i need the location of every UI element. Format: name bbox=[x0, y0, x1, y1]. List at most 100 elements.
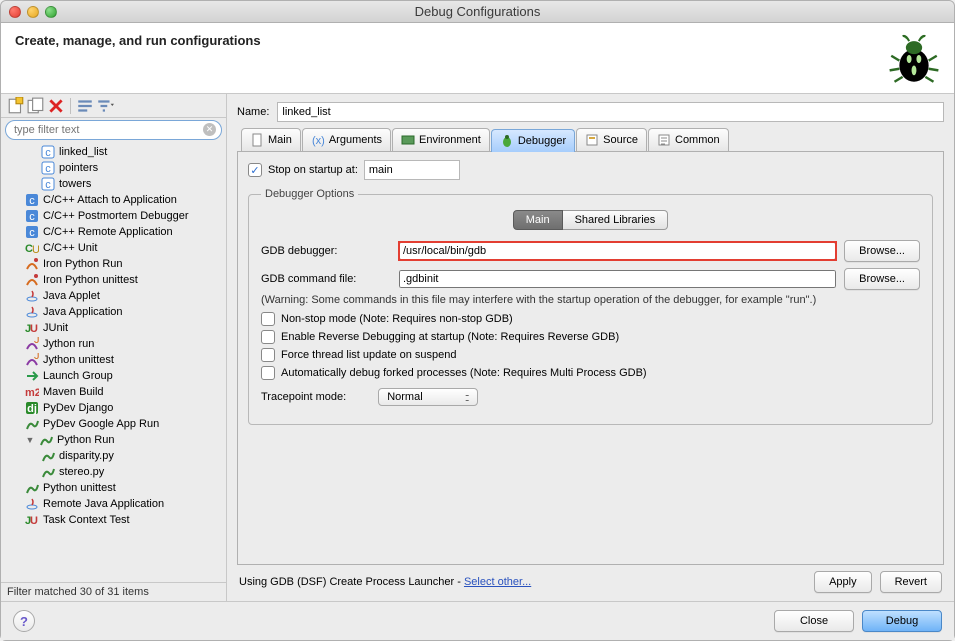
debugger-options-group: Debugger Options Main Shared Libraries G… bbox=[248, 188, 933, 425]
config-list-pane: ✕ clinked_listcpointersctowerscC/C++ Att… bbox=[1, 94, 227, 601]
duplicate-config-button[interactable] bbox=[27, 97, 45, 115]
gdb-cmdfile-input[interactable] bbox=[399, 270, 836, 288]
tracepoint-label: Tracepoint mode: bbox=[261, 391, 346, 403]
name-label: Name: bbox=[237, 106, 269, 118]
revert-button[interactable]: Revert bbox=[880, 571, 942, 593]
tree-item-label: Java Applet bbox=[43, 290, 100, 302]
stop-on-startup-input[interactable] bbox=[364, 160, 460, 180]
tab-main[interactable]: Main bbox=[241, 128, 301, 151]
config-detail-pane: Name: Main (x)=Arguments Environment Debugg… bbox=[227, 94, 954, 601]
tab-label: Source bbox=[603, 134, 638, 146]
tree-item[interactable]: JUTask Context Test bbox=[5, 512, 222, 528]
tree-item[interactable]: ctowers bbox=[5, 176, 222, 192]
svg-text:U: U bbox=[30, 515, 38, 527]
tree-item[interactable]: stereo.py bbox=[5, 464, 222, 480]
tree-item[interactable]: Java Application bbox=[5, 304, 222, 320]
name-input[interactable] bbox=[277, 102, 944, 122]
tree-item[interactable]: cC/C++ Remote Application bbox=[5, 224, 222, 240]
reverse-checkbox[interactable] bbox=[261, 330, 275, 344]
apply-button[interactable]: Apply bbox=[814, 571, 872, 593]
tree-item-label: PyDev Django bbox=[43, 402, 113, 414]
gdb-browse-button[interactable]: Browse... bbox=[844, 240, 920, 262]
tree-item[interactable]: Launch Group bbox=[5, 368, 222, 384]
tab-label: Debugger bbox=[518, 135, 566, 147]
tree-item-label: Jython run bbox=[43, 338, 94, 350]
tree-item[interactable]: c linked_list bbox=[5, 144, 222, 160]
tree-item[interactable]: cC/C++ Postmortem Debugger bbox=[5, 208, 222, 224]
tree-item[interactable]: m2Maven Build bbox=[5, 384, 222, 400]
window-title: Debug Configurations bbox=[1, 4, 954, 19]
tree-item-label: Task Context Test bbox=[43, 514, 130, 526]
svg-text:dj: dj bbox=[27, 403, 37, 415]
tree-item[interactable]: JUJUnit bbox=[5, 320, 222, 336]
help-button[interactable]: ? bbox=[13, 610, 35, 632]
svg-text:c: c bbox=[45, 147, 51, 159]
debug-config-window: Debug Configurations Create, manage, and… bbox=[0, 0, 955, 641]
force-thread-checkbox[interactable] bbox=[261, 348, 275, 362]
eclipse-bug-icon bbox=[888, 33, 940, 85]
debug-button[interactable]: Debug bbox=[862, 610, 942, 632]
svg-text:c: c bbox=[29, 195, 35, 207]
subtab-main[interactable]: Main bbox=[513, 210, 563, 230]
tree-item-label: Python unittest bbox=[43, 482, 116, 494]
tree-item[interactable]: CUC/C++ Unit bbox=[5, 240, 222, 256]
tree-item-label: Python Run bbox=[57, 434, 114, 446]
clear-filter-button[interactable]: ✕ bbox=[203, 123, 216, 136]
tab-label: Main bbox=[268, 134, 292, 146]
tree-item[interactable]: disparity.py bbox=[5, 448, 222, 464]
tree-item[interactable]: Java Applet bbox=[5, 288, 222, 304]
tree-item-label: Iron Python unittest bbox=[43, 274, 138, 286]
tab-label: Environment bbox=[419, 134, 481, 146]
tree-item-label: Jython unittest bbox=[43, 354, 114, 366]
reverse-label: Enable Reverse Debugging at startup (Not… bbox=[281, 331, 619, 343]
titlebar: Debug Configurations bbox=[1, 1, 954, 23]
nonstop-checkbox[interactable] bbox=[261, 312, 275, 326]
collapse-tree-button[interactable] bbox=[76, 97, 94, 115]
tree-item[interactable]: dj PyDev Django bbox=[5, 400, 222, 416]
tab-common[interactable]: Common bbox=[648, 128, 729, 151]
autofork-checkbox[interactable] bbox=[261, 366, 275, 380]
tree-item[interactable]: Python unittest bbox=[5, 480, 222, 496]
filter-menu-button[interactable] bbox=[96, 97, 114, 115]
tree-item[interactable]: J Jython unittest bbox=[5, 352, 222, 368]
tree-item[interactable]: c pointers bbox=[5, 160, 222, 176]
force-thread-label: Force thread list update on suspend bbox=[281, 349, 457, 361]
cmdfile-browse-button[interactable]: Browse... bbox=[844, 268, 920, 290]
tab-arguments[interactable]: (x)=Arguments bbox=[302, 128, 391, 151]
config-tree[interactable]: clinked_listcpointersctowerscC/C++ Attac… bbox=[1, 142, 226, 582]
svg-text:U: U bbox=[32, 244, 39, 255]
subtab-shared-libraries[interactable]: Shared Libraries bbox=[563, 210, 669, 230]
disclosure-triangle[interactable]: ▼ bbox=[25, 435, 35, 445]
tab-source[interactable]: Source bbox=[576, 128, 647, 151]
tree-item[interactable]: Iron Python unittest bbox=[5, 272, 222, 288]
filter-input[interactable] bbox=[5, 120, 222, 140]
svg-text:U: U bbox=[30, 323, 38, 335]
tab-label: Arguments bbox=[329, 134, 382, 146]
tree-item[interactable]: Iron Python Run bbox=[5, 256, 222, 272]
tree-item-label: stereo.py bbox=[59, 466, 104, 478]
delete-config-button[interactable] bbox=[47, 97, 65, 115]
tree-item-label: pointers bbox=[59, 162, 98, 174]
gdb-cmdfile-label: GDB command file: bbox=[261, 273, 391, 285]
tab-environment[interactable]: Environment bbox=[392, 128, 490, 151]
tree-item-label: Java Application bbox=[43, 306, 123, 318]
tree-item-label: C/C++ Attach to Application bbox=[43, 194, 177, 206]
tree-item[interactable]: ▼ Python Run bbox=[5, 432, 222, 448]
svg-text:c: c bbox=[45, 163, 51, 175]
tree-item[interactable]: Remote Java Application bbox=[5, 496, 222, 512]
tree-item-label: C/C++ Postmortem Debugger bbox=[43, 210, 189, 222]
nonstop-label: Non-stop mode (Note: Requires non-stop G… bbox=[281, 313, 513, 325]
tree-item[interactable]: JJython run bbox=[5, 336, 222, 352]
tracepoint-select[interactable]: Normal bbox=[378, 388, 478, 406]
new-config-button[interactable] bbox=[7, 97, 25, 115]
tab-debugger[interactable]: Debugger bbox=[491, 129, 575, 152]
gdb-debugger-input[interactable] bbox=[399, 242, 836, 260]
stop-on-startup-checkbox[interactable]: ✓ bbox=[248, 163, 262, 177]
tree-item[interactable]: c C/C++ Attach to Application bbox=[5, 192, 222, 208]
tree-item[interactable]: PyDev Google App Run bbox=[5, 416, 222, 432]
select-launcher-link[interactable]: Select other... bbox=[464, 576, 531, 588]
svg-text:J: J bbox=[34, 353, 39, 362]
close-button[interactable]: Close bbox=[774, 610, 854, 632]
svg-text:c: c bbox=[29, 227, 35, 239]
tree-item-label: linked_list bbox=[59, 146, 107, 158]
